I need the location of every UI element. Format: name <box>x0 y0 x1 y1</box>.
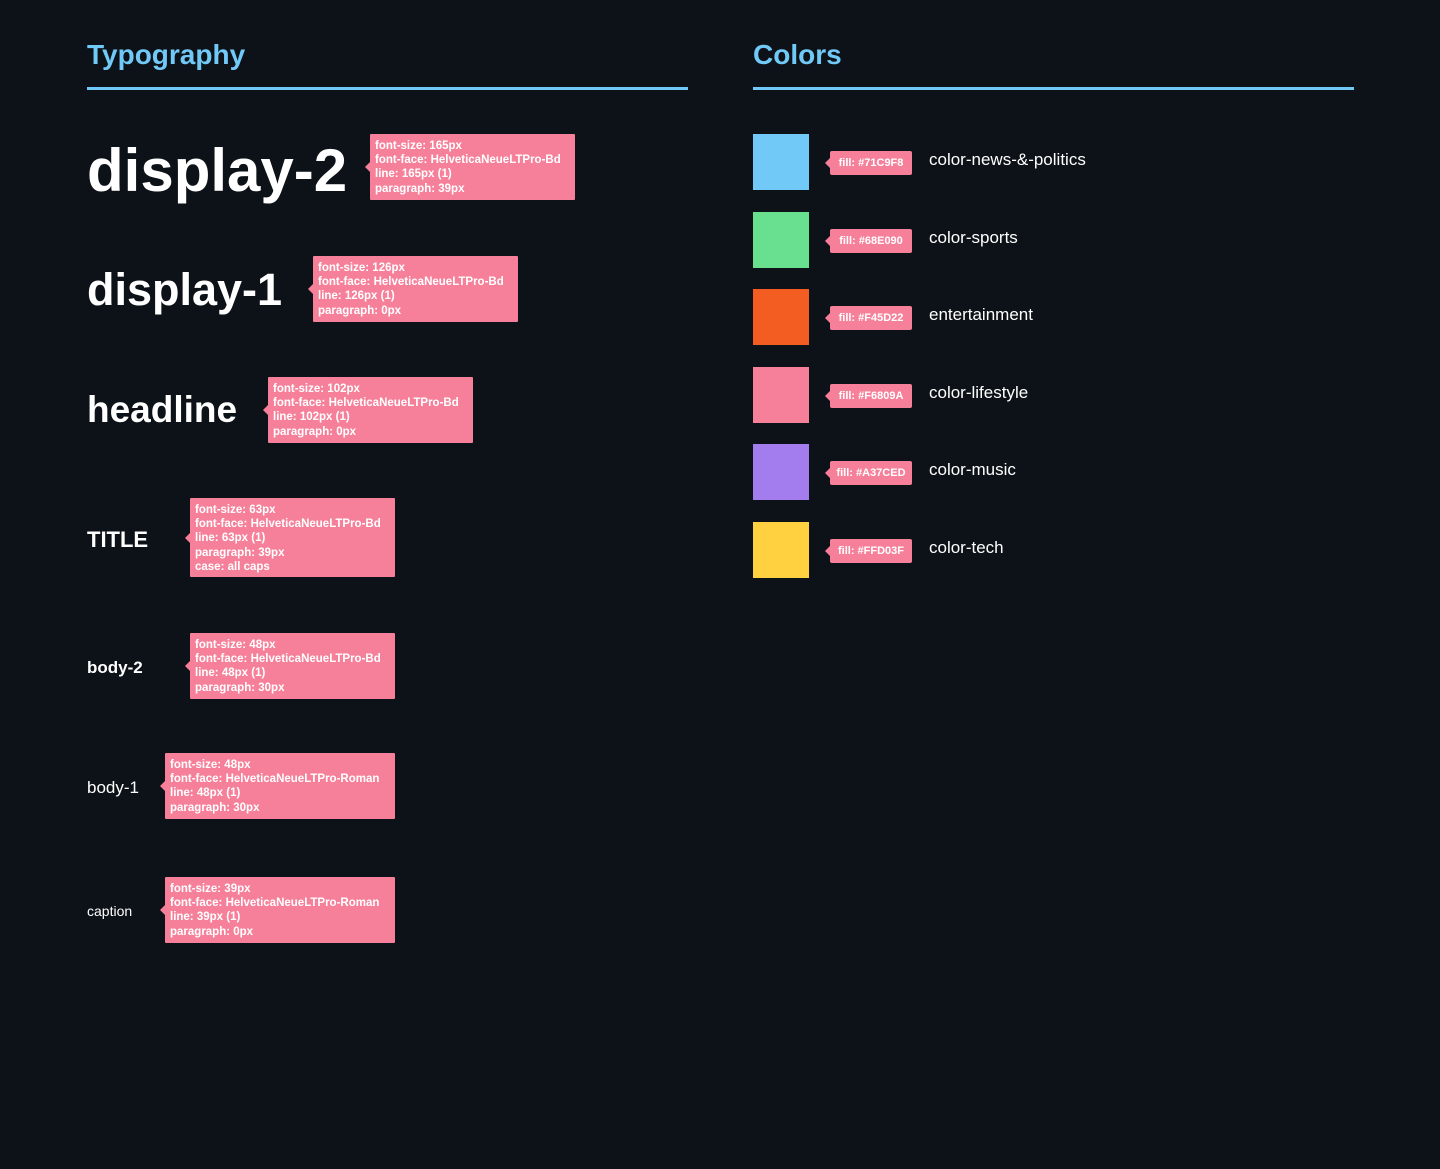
spec-line: line: 165px (1) <box>375 168 452 181</box>
spec-tag-title: font-size: 63px font-face: HelveticaNeue… <box>185 498 395 577</box>
color-swatch <box>753 212 809 268</box>
spec-line: font-face: HelveticaNeueLTPro-Bd <box>195 518 381 531</box>
spec-line: paragraph: 30px <box>195 681 285 694</box>
color-swatch <box>753 522 809 578</box>
color-row-music: fill: #A37CED color-music <box>753 444 1353 500</box>
spec-line: case: all caps <box>195 560 270 573</box>
color-name: color-sports <box>929 228 1018 247</box>
color-name: color-music <box>929 460 1016 479</box>
spec-line: font-size: 102px <box>273 383 360 395</box>
color-name: color-tech <box>929 538 1004 557</box>
color-name: color-lifestyle <box>929 383 1029 402</box>
typography-divider <box>87 87 688 90</box>
color-row-lifestyle: fill: #F6809A color-lifestyle <box>753 367 1353 423</box>
color-swatch <box>753 367 809 423</box>
spec-tag-caption: font-size: 39px font-face: HelveticaNeue… <box>160 877 395 943</box>
color-swatch <box>753 289 809 345</box>
spec-line: font-face: HelveticaNeueLTPro-Bd <box>318 276 504 289</box>
spec-tag-body-1: font-size: 48px font-face: HelveticaNeue… <box>160 753 395 819</box>
fill-tag: fill: #68E090 <box>825 229 912 253</box>
spec-line: paragraph: 30px <box>170 801 260 814</box>
spec-line: font-face: HelveticaNeueLTPro-Bd <box>375 154 561 167</box>
spec-line: paragraph: 39px <box>195 546 285 559</box>
color-swatch <box>753 134 809 190</box>
spec-tag-headline: font-size: 102px font-face: HelveticaNeu… <box>263 377 473 443</box>
spec-line: paragraph: 39px <box>375 182 465 195</box>
sample-title: TITLE <box>87 527 149 552</box>
spec-line: font-size: 48px <box>195 639 276 651</box>
spec-line: line: 102px (1) <box>273 411 350 424</box>
fill-tag: fill: #FFD03F <box>825 539 912 563</box>
spec-line: font-size: 165px <box>375 140 462 152</box>
sample-body-2: body-2 <box>87 658 143 677</box>
colors-heading: Colors <box>753 39 842 70</box>
sample-display-2: display-2 <box>87 137 348 204</box>
sample-caption: caption <box>87 903 133 919</box>
spec-line: font-size: 39px <box>170 883 251 895</box>
spec-line: line: 48px (1) <box>170 787 241 800</box>
color-row-entertainment: fill: #F45D22 entertainment <box>753 289 1353 345</box>
sample-display-1: display-1 <box>87 264 283 315</box>
fill-tag: fill: #F6809A <box>825 384 912 408</box>
spec-line: paragraph: 0px <box>170 925 254 938</box>
spec-line: line: 126px (1) <box>318 290 395 303</box>
colors-divider <box>753 87 1354 90</box>
spec-line: font-size: 63px <box>195 504 276 516</box>
spec-tag-display-2: font-size: 165px font-face: HelveticaNeu… <box>365 134 575 200</box>
spec-line: line: 48px (1) <box>195 667 266 680</box>
fill-tag: fill: #71C9F8 <box>825 151 912 175</box>
spec-line: font-face: HelveticaNeueLTPro-Roman <box>170 773 380 786</box>
spec-line: line: 63px (1) <box>195 532 266 545</box>
sample-body-1: body-1 <box>87 778 139 797</box>
spec-tag-display-1: font-size: 126px font-face: HelveticaNeu… <box>308 256 518 322</box>
color-swatch <box>753 444 809 500</box>
fill-tag: fill: #F45D22 <box>825 306 912 330</box>
spec-line: font-face: HelveticaNeueLTPro-Roman <box>170 897 380 910</box>
spec-tag-body-2: font-size: 48px font-face: HelveticaNeue… <box>185 633 395 699</box>
spec-line: line: 39px (1) <box>170 911 241 924</box>
color-row-tech: fill: #FFD03F color-tech <box>753 522 1353 578</box>
color-name: color-news-&-politics <box>929 150 1086 169</box>
color-name: entertainment <box>929 305 1033 324</box>
spec-line: font-size: 126px <box>318 262 405 274</box>
spec-line: paragraph: 0px <box>318 304 402 317</box>
color-row-news-politics: fill: #71C9F8 color-news-&-politics <box>753 134 1353 190</box>
spec-line: font-size: 48px <box>170 759 251 771</box>
spec-line: font-face: HelveticaNeueLTPro-Bd <box>273 397 459 410</box>
spec-line: font-face: HelveticaNeueLTPro-Bd <box>195 653 381 666</box>
sample-headline: headline <box>87 389 238 430</box>
spec-line: paragraph: 0px <box>273 425 357 438</box>
color-row-sports: fill: #68E090 color-sports <box>753 212 1353 268</box>
fill-tag: fill: #A37CED <box>825 461 912 485</box>
typography-heading: Typography <box>87 39 246 70</box>
